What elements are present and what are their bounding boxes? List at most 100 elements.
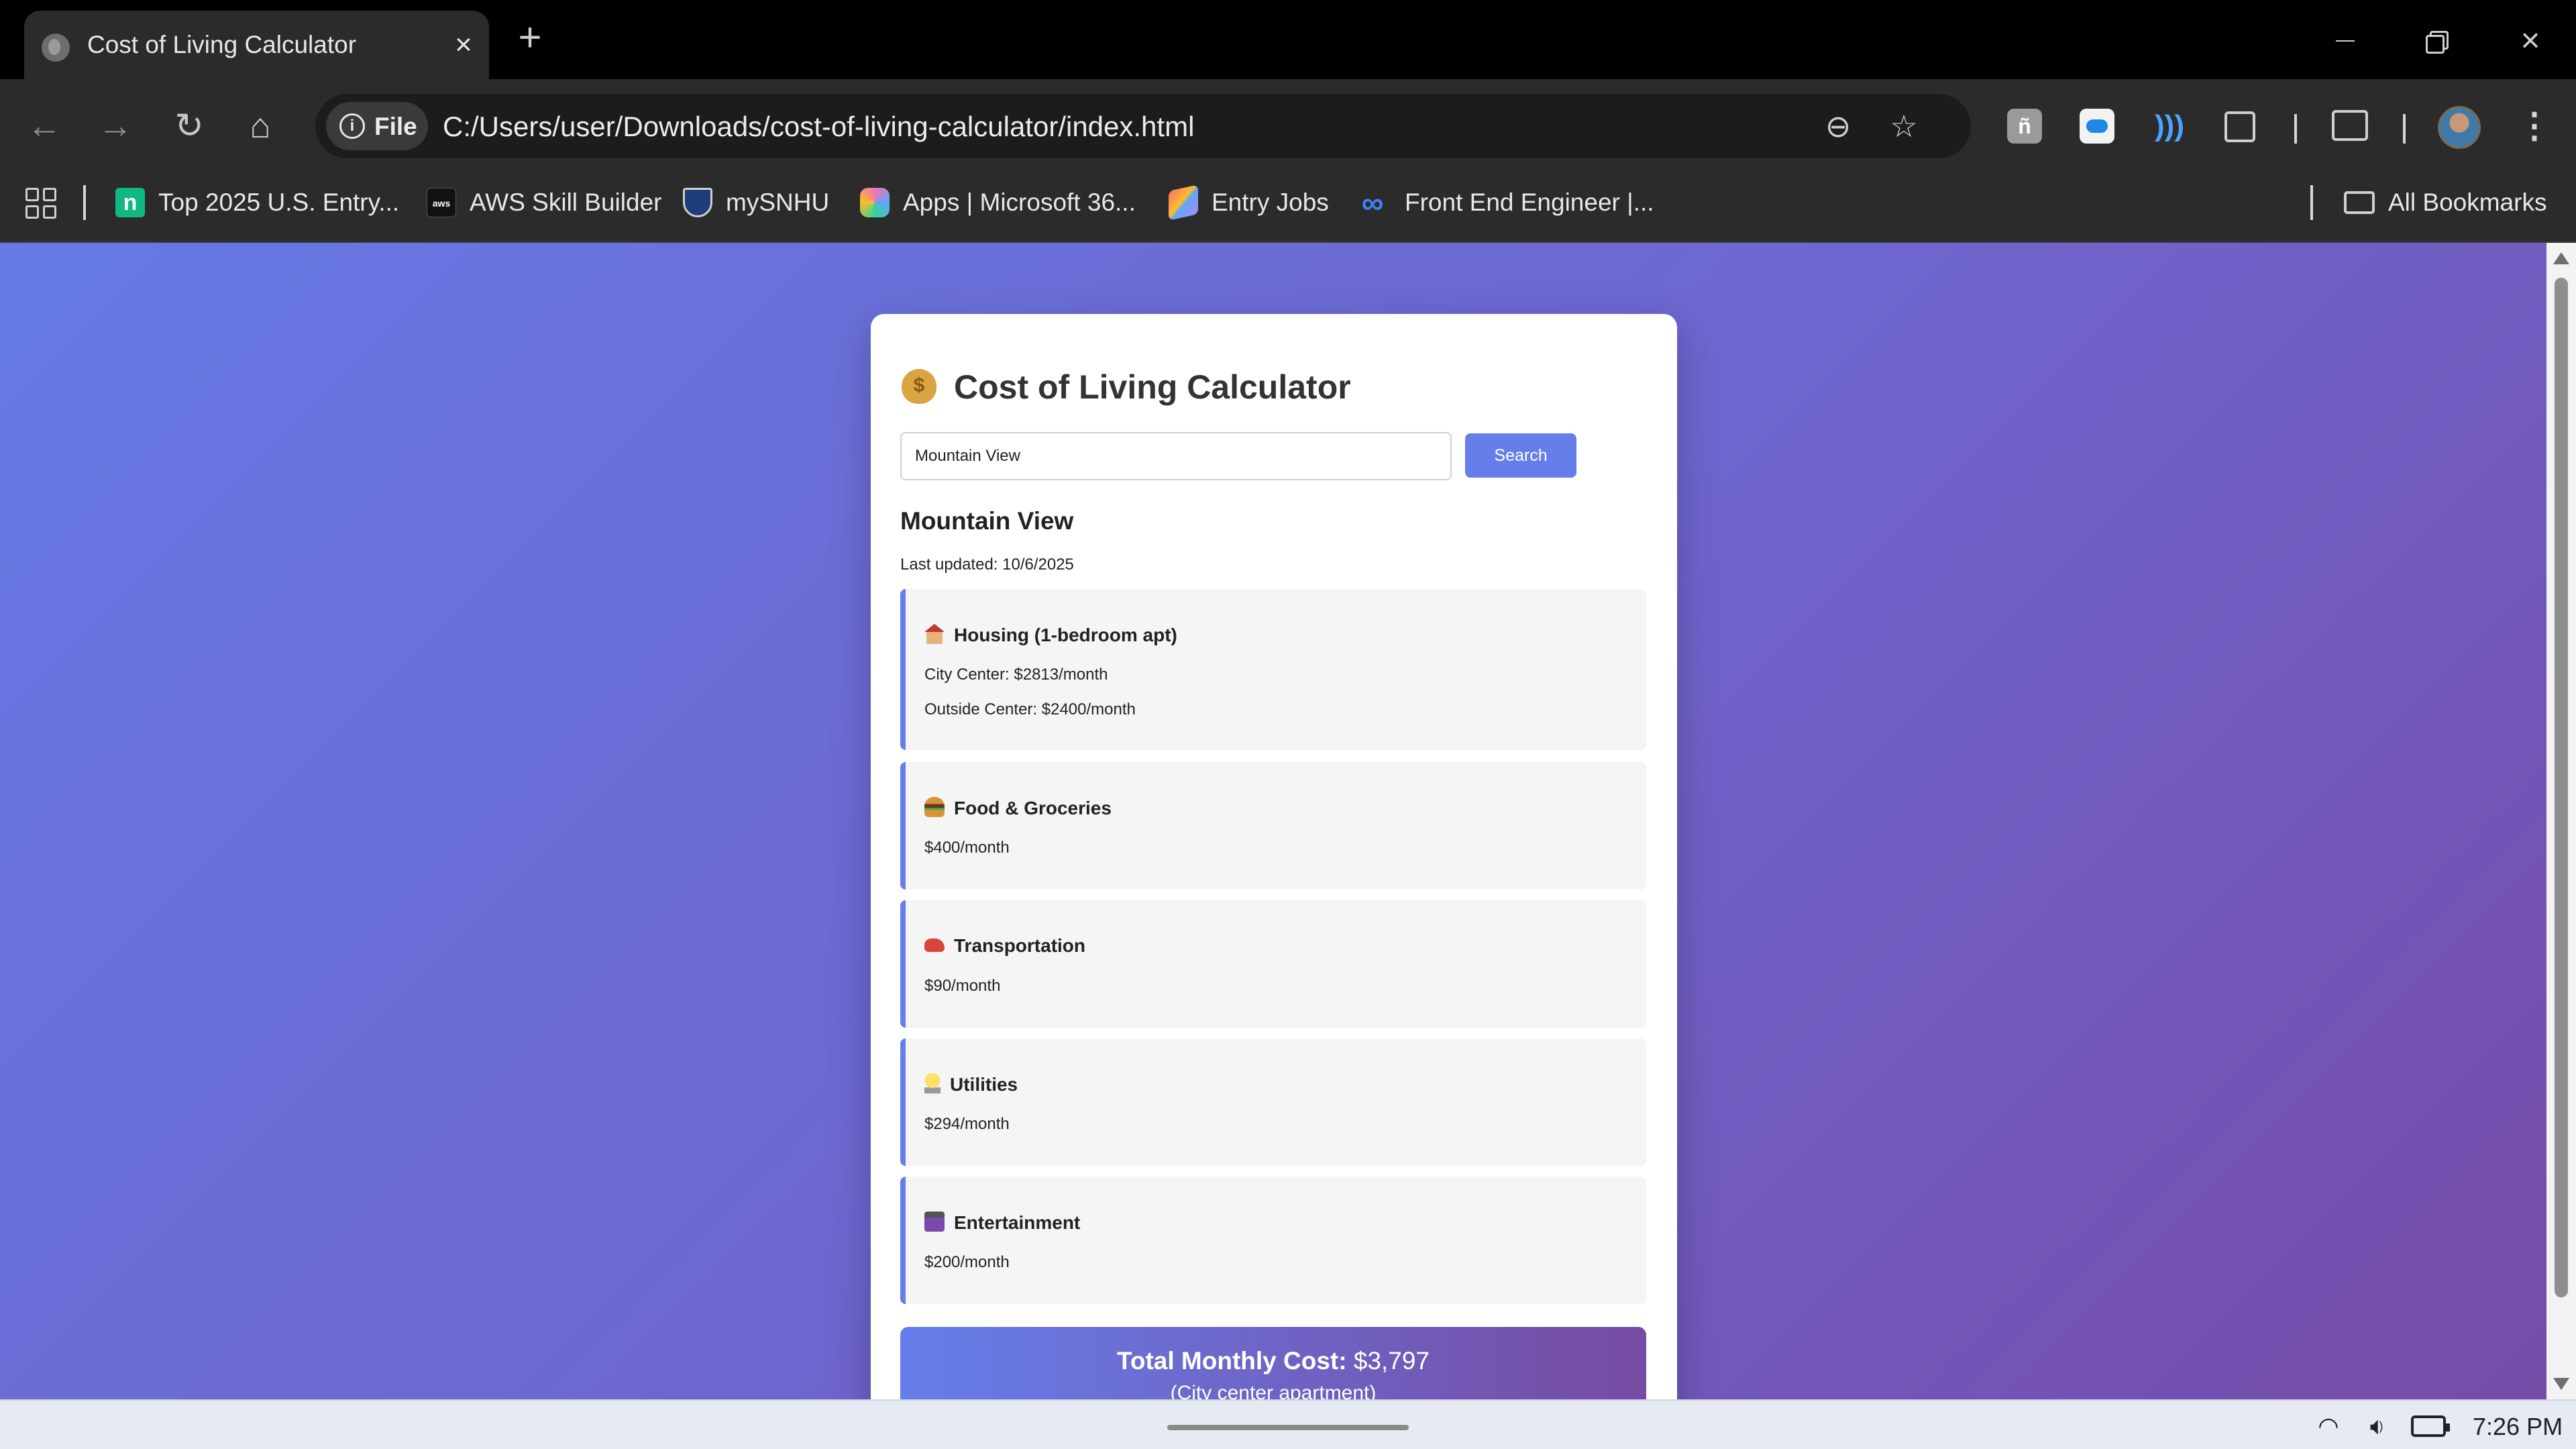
calculator-card: Cost of Living Calculator Search Mountai… <box>871 314 1677 1399</box>
category-food: Food & Groceries $400/month <box>900 762 1646 890</box>
close-tab-icon[interactable]: × <box>445 27 482 63</box>
battery-icon[interactable] <box>2411 1415 2450 1437</box>
page-viewport: Cost of Living Calculator Search Mountai… <box>0 243 2576 1399</box>
page-title-text: Cost of Living Calculator <box>954 368 1351 406</box>
bookmark-label: Front End Engineer |... <box>1405 189 1654 216</box>
total-cost-banner: Total Monthly Cost: $3,797 (City center … <box>900 1327 1646 1399</box>
category-title: Housing (1-bedroom apt) <box>924 624 1177 646</box>
category-value: $200/month <box>924 1253 1010 1271</box>
category-title-text: Entertainment <box>954 1212 1081 1233</box>
forward-button[interactable]: → <box>95 106 136 146</box>
taskbar: ◠ 🔉︎ 7:26 PM <box>0 1399 2576 1449</box>
bookmarks-divider <box>83 185 86 220</box>
category-title-text: Housing (1-bedroom apt) <box>954 625 1177 645</box>
bookmarks-bar: n Top 2025 U.S. Entry... aws AWS Skill B… <box>0 173 2576 243</box>
category-entertainment: Entertainment $200/month <box>900 1177 1646 1304</box>
total-note: (City center apartment) <box>1170 1382 1377 1399</box>
bookmark-mysnhu[interactable]: mySNHU <box>683 182 829 223</box>
volume-icon[interactable]: 🔉︎ <box>2359 1413 2396 1440</box>
extensions-puzzle-icon[interactable] <box>2224 111 2255 142</box>
bookmark-label: mySNHU <box>726 189 830 216</box>
home-indicator[interactable] <box>1167 1425 1409 1430</box>
close-window-button[interactable]: × <box>2504 16 2557 64</box>
category-title: Entertainment <box>924 1212 1080 1234</box>
bookmark-front-end-engineer[interactable]: ∞ Front End Engineer |... <box>1354 182 1654 223</box>
scroll-up-arrow[interactable] <box>2553 252 2569 264</box>
bookmark-aws-skill-builder[interactable]: aws AWS Skill Builder <box>427 182 661 223</box>
globe-icon <box>42 34 70 62</box>
clapperboard-icon <box>924 1212 945 1232</box>
category-title: Utilities <box>924 1073 1018 1095</box>
category-title-text: Utilities <box>950 1074 1018 1095</box>
address-bar[interactable]: i File C:/Users/user/Downloads/cost-of-l… <box>315 94 1971 158</box>
browser-tab[interactable]: Cost of Living Calculator × <box>24 11 489 79</box>
more-menu-icon[interactable]: ⋮ <box>2514 105 2555 148</box>
clock[interactable]: 7:26 PM <box>2473 1413 2563 1441</box>
tab-strip: Cost of Living Calculator × + × <box>0 0 2576 79</box>
last-updated: Last updated: 10/6/2025 <box>900 555 1074 574</box>
all-bookmarks-label: All Bookmarks <box>2388 189 2547 216</box>
extension-icon[interactable]: ñ <box>2007 109 2042 144</box>
bookmarks-divider <box>2310 185 2313 220</box>
lightbulb-icon <box>924 1073 941 1093</box>
bookmark-top-2025[interactable]: n Top 2025 U.S. Entry... <box>115 182 399 223</box>
home-button[interactable]: ⌂ <box>240 106 280 146</box>
search-button[interactable]: Search <box>1465 433 1576 478</box>
city-search-input[interactable] <box>900 432 1452 480</box>
zoom-icon[interactable]: ⊖ <box>1818 106 1858 146</box>
site-info-label: File <box>374 113 417 140</box>
restore-button[interactable] <box>2410 16 2463 64</box>
bookmark-favicon-icon: n <box>115 188 145 217</box>
vertical-scrollbar[interactable] <box>2546 243 2576 1399</box>
all-bookmarks-button[interactable]: All Bookmarks <box>2344 182 2546 223</box>
category-title-text: Food & Groceries <box>954 798 1112 818</box>
bookmark-star-icon[interactable]: ☆ <box>1884 106 1924 146</box>
site-info-chip[interactable]: i File <box>326 102 428 150</box>
burger-icon <box>924 797 945 817</box>
bookmark-label: Top 2025 U.S. Entry... <box>158 189 400 216</box>
category-housing: Housing (1-bedroom apt) City Center: $28… <box>900 589 1646 750</box>
bookmark-microsoft-apps[interactable]: Apps | Microsoft 36... <box>860 182 1136 223</box>
category-title: Transportation <box>924 935 1085 957</box>
category-utilities: Utilities $294/month <box>900 1038 1646 1166</box>
scrollbar-thumb[interactable] <box>2555 278 2568 1297</box>
car-icon <box>924 938 945 952</box>
aws-icon: aws <box>427 188 456 217</box>
category-value: $294/month <box>924 1115 1010 1133</box>
read-aloud-icon[interactable]: ))) <box>2152 109 2187 144</box>
bookmark-label: Apps | Microsoft 36... <box>903 189 1136 216</box>
category-value: $90/month <box>924 977 1001 995</box>
info-icon: i <box>339 113 365 139</box>
scroll-down-arrow[interactable] <box>2553 1378 2569 1390</box>
reload-button[interactable]: ↻ <box>169 106 209 146</box>
category-title: Food & Groceries <box>924 797 1112 819</box>
tab-search-icon[interactable] <box>2332 110 2368 141</box>
category-transportation: Transportation $90/month <box>900 900 1646 1028</box>
entry-jobs-icon <box>1169 184 1198 221</box>
house-icon <box>924 624 945 644</box>
bookmark-label: AWS Skill Builder <box>470 189 662 216</box>
category-title-text: Transportation <box>954 935 1086 956</box>
bookmark-label: Entry Jobs <box>1212 189 1329 216</box>
bookmark-entry-jobs[interactable]: Entry Jobs <box>1169 182 1329 223</box>
category-value: $400/month <box>924 839 1010 857</box>
tab-title: Cost of Living Calculator <box>87 31 357 58</box>
total-cost-line: Total Monthly Cost: $3,797 <box>900 1347 1646 1375</box>
toolbar-divider <box>2403 114 2406 144</box>
page-title: Cost of Living Calculator <box>902 368 1351 407</box>
category-value: Outside Center: $2400/month <box>924 700 1136 718</box>
shield-icon <box>683 188 712 217</box>
profile-avatar[interactable] <box>2438 106 2481 149</box>
new-tab-button[interactable]: + <box>510 17 550 59</box>
cloud-extension-icon[interactable] <box>2080 109 2114 144</box>
wifi-icon[interactable]: ◠ <box>2312 1413 2345 1440</box>
meta-icon: ∞ <box>1361 185 1384 220</box>
back-button[interactable]: ← <box>24 106 64 146</box>
folder-icon <box>2344 191 2375 214</box>
minimize-button[interactable] <box>2318 16 2372 64</box>
apps-grid-icon[interactable] <box>25 188 56 219</box>
microsoft-365-icon <box>860 188 890 217</box>
category-value: City Center: $2813/month <box>924 665 1108 684</box>
toolbar-divider <box>2294 114 2297 144</box>
url-text[interactable]: C:/Users/user/Downloads/cost-of-living-c… <box>443 111 1194 143</box>
